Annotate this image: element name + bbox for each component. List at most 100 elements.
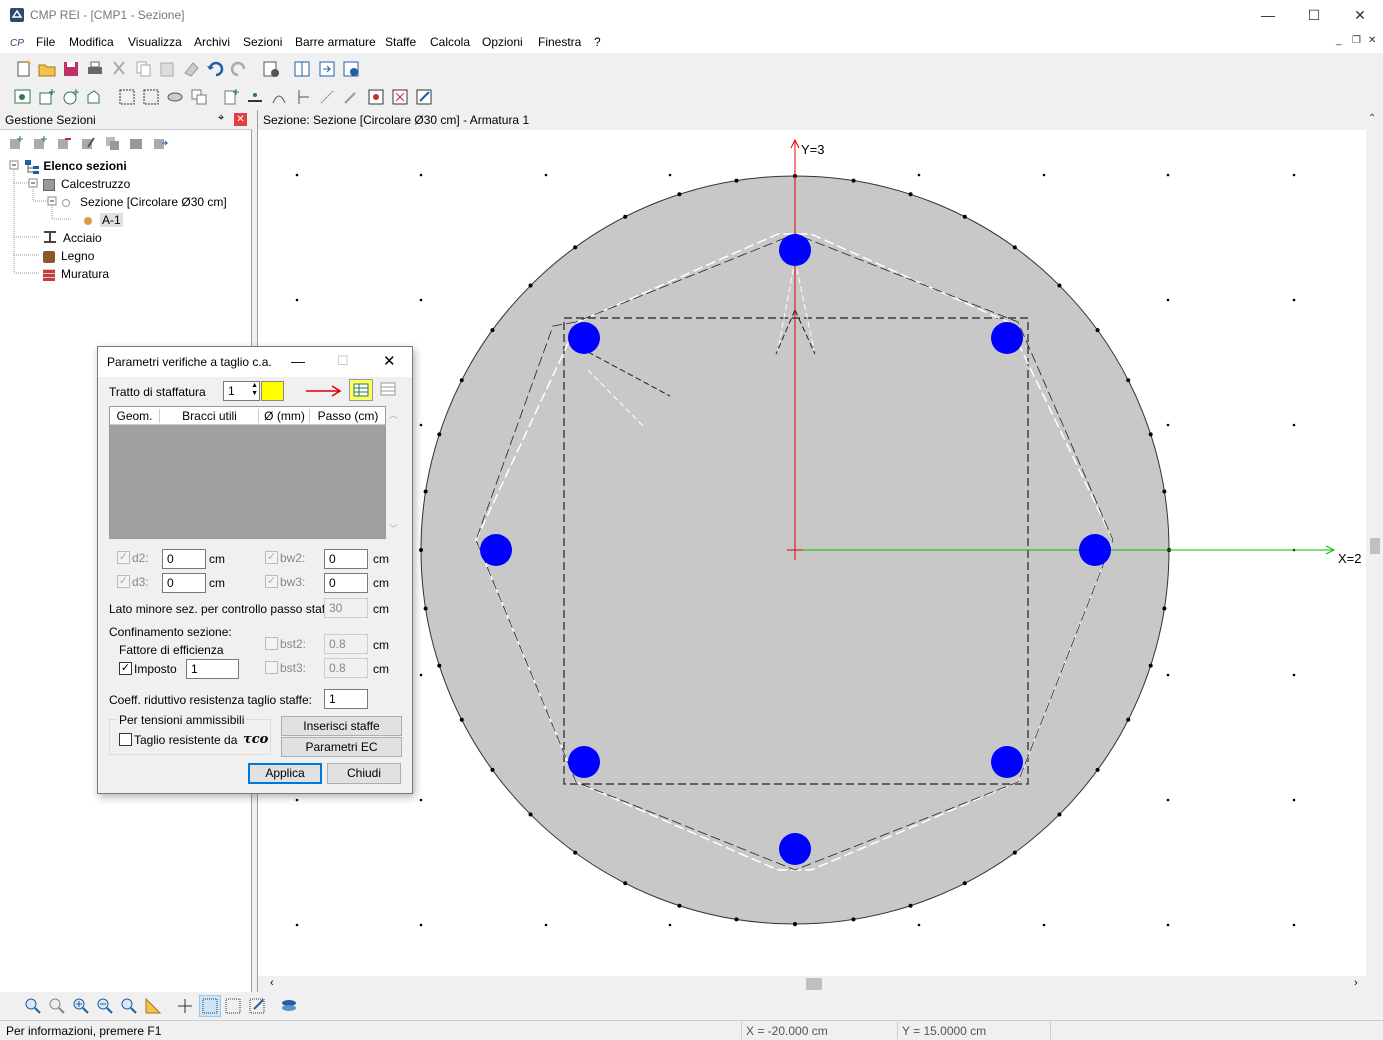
grid-select-icon[interactable] [117,87,137,107]
rebar-add-icon[interactable] [221,87,241,107]
lato-input[interactable]: 30 [324,598,368,618]
d2-input[interactable]: 0 [162,549,206,569]
edit-grid-icon[interactable] [248,997,266,1015]
remove-section-icon[interactable] [56,135,72,151]
page-layout-icon[interactable] [292,59,312,79]
tree-item-sezione[interactable]: Sezione [Circolare Ø30 cm] [62,193,227,211]
cut-icon[interactable] [109,59,129,79]
spinner-arrows-icon[interactable]: ▲ ▼ [251,382,258,398]
bst3-checkbox[interactable] [265,661,278,674]
horizontal-scrollbar[interactable]: ‹ › [258,976,1383,992]
mdi-close-icon[interactable]: ✕ [1368,35,1376,46]
rebar-move-icon[interactable] [317,87,337,107]
zoom-plus-icon[interactable] [72,997,90,1015]
imposto-checkbox[interactable]: ✓ [119,662,132,675]
rebar-dim-icon[interactable] [293,87,313,107]
bw2-checkbox[interactable]: ✓ [265,551,278,564]
bw3-input[interactable]: 0 [324,573,368,593]
menu-calcola[interactable]: Calcola [430,35,470,49]
bw2-input[interactable]: 0 [324,549,368,569]
paste-icon[interactable] [157,59,177,79]
vertical-scroll-thumb[interactable] [1370,538,1380,554]
bst2-checkbox[interactable] [265,637,278,650]
undo-icon[interactable] [205,59,225,79]
parametri-ec-button[interactable]: Parametri EC [281,737,402,757]
add-rect-icon[interactable] [37,87,57,107]
dialog-maximize-button[interactable]: ☐ [337,353,349,369]
export-icon[interactable] [317,59,337,79]
inserisci-staffe-button[interactable]: Inserisci staffe [281,716,402,736]
ruler-icon[interactable] [144,997,162,1015]
print-icon[interactable] [85,59,105,79]
rebar-arc-icon[interactable] [269,87,289,107]
bst3-input[interactable]: 0.8 [324,658,368,678]
coeff-input[interactable]: 1 [324,689,368,709]
chiudi-button[interactable]: Chiudi [327,763,401,784]
redo-icon[interactable] [229,59,249,79]
grid-toggle-icon[interactable] [199,995,221,1017]
taglio-checkbox[interactable] [119,733,132,746]
add-section-icon[interactable] [8,135,24,151]
grid-icon[interactable] [141,87,161,107]
tree-item-muratura[interactable]: Muratura [43,265,109,283]
add-stirrup-row-button[interactable] [349,379,373,401]
menu-help[interactable]: ? [594,35,601,49]
d3-checkbox[interactable]: ✓ [117,575,130,588]
zoom-fit-icon[interactable] [120,997,138,1015]
table-scroll-up-icon[interactable]: ︿ [389,408,398,421]
applica-button[interactable]: Applica [248,763,322,784]
dialog-minimize-button[interactable]: — [291,353,305,369]
zoom-minus-icon[interactable] [96,997,114,1015]
snap-grid-icon[interactable] [224,997,242,1015]
open-icon[interactable] [37,59,57,79]
menu-barre-armature[interactable]: Barre armature [295,35,376,49]
add-subsection-icon[interactable] [32,135,48,151]
dialog-close-button[interactable]: ✕ [383,352,396,370]
zoom-in-icon[interactable] [24,997,42,1015]
imposto-input[interactable]: 1 [186,659,239,679]
menu-sezioni[interactable]: Sezioni [243,35,282,49]
pin-icon[interactable]: ⌖ [218,112,224,125]
panel-close-icon[interactable]: ✕ [234,113,247,126]
mdi-minimize-icon[interactable]: _ [1336,35,1342,46]
rebar-line-icon[interactable] [245,87,265,107]
section-drawing[interactable]: Y=3 X=2 [258,130,1366,976]
maximize-button[interactable]: ☐ [1291,0,1337,31]
horizontal-scroll-thumb[interactable] [806,978,822,990]
menu-staffe[interactable]: Staffe [385,35,416,49]
bst2-input[interactable]: 0.8 [324,634,368,654]
rebar-edit-icon[interactable] [341,87,361,107]
stirrup-color-swatch[interactable] [261,381,284,401]
layer-icon[interactable] [165,87,185,107]
section-image-icon[interactable] [13,87,33,107]
add-circle-icon[interactable] [61,87,81,107]
layers-icon[interactable] [280,997,298,1015]
table-scrollbar[interactable]: ︿ ﹀ [387,406,401,539]
stirrups-table[interactable]: Geom. Bracci utili Ø (mm) Passo (cm) [109,406,386,539]
remove-stirrup-row-button[interactable] [377,379,401,401]
scroll-right-icon[interactable]: › [1354,977,1358,989]
mdi-restore-icon[interactable]: ❐ [1352,35,1361,46]
settings-icon[interactable] [261,59,281,79]
eraser-icon[interactable] [181,59,201,79]
tree-root[interactable]: Elenco sezioni [24,157,127,175]
menu-visualizza[interactable]: Visualizza [128,35,182,49]
menu-opzioni[interactable]: Opzioni [482,35,523,49]
tratto-spinner[interactable]: 1 ▲ ▼ [223,381,260,401]
tree-item-calcestruzzo[interactable]: Calcestruzzo [43,175,130,193]
scroll-up-icon[interactable]: ⌃ [1368,113,1376,124]
d3-input[interactable]: 0 [162,573,206,593]
section-properties-icon[interactable] [128,135,144,151]
tree-item-armatura[interactable]: A-1 [84,211,123,229]
menu-modifica[interactable]: Modifica [69,35,114,49]
tree-item-acciaio[interactable]: Acciaio [43,229,102,247]
add-polygon-icon[interactable] [85,87,105,107]
vertical-scrollbar[interactable] [1366,130,1383,976]
stirrup-delete-icon[interactable] [390,87,410,107]
menu-archivi[interactable]: Archivi [194,35,230,49]
stirrup-edit-icon[interactable] [414,87,434,107]
scroll-left-icon[interactable]: ‹ [270,977,274,989]
minimize-button[interactable]: — [1245,0,1291,31]
help-doc-icon[interactable] [341,59,361,79]
copy-icon[interactable] [133,59,153,79]
